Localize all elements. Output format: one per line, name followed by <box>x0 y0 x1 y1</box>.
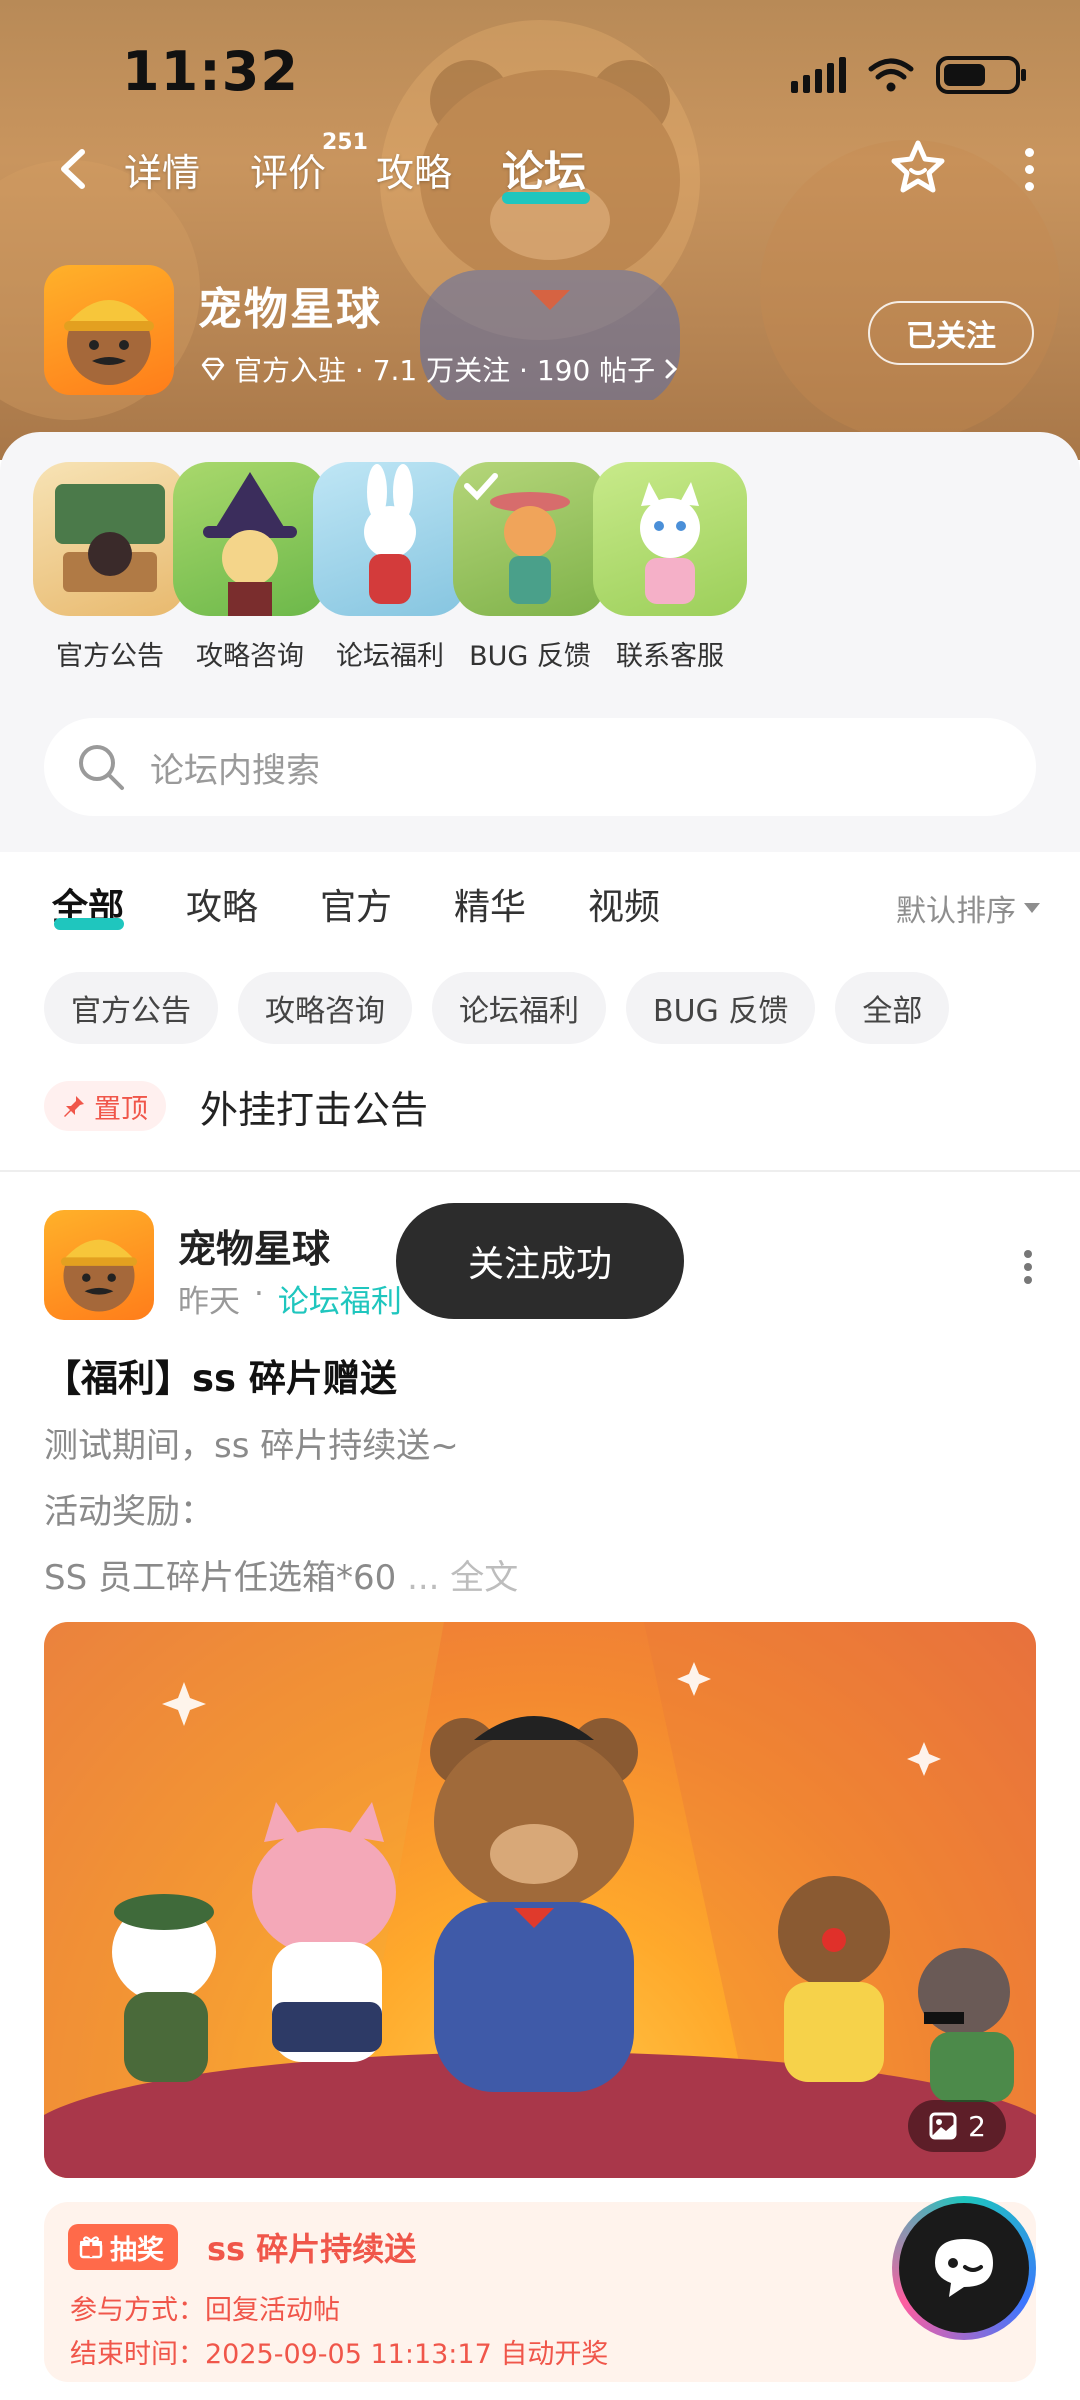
category-bug-report[interactable]: BUG 反馈 <box>450 462 610 673</box>
sort-label: 默认排序 <box>896 894 1016 929</box>
gallery-icon <box>929 2112 957 2140</box>
top-nav: 详情 评价 251 攻略 论坛 <box>0 130 1080 210</box>
chevron-right-icon <box>665 359 678 379</box>
category-customer-service[interactable]: 联系客服 <box>590 462 750 673</box>
followed-button[interactable]: 已关注 <box>868 301 1034 365</box>
search-input[interactable]: 论坛内搜索 <box>44 718 1036 816</box>
pin-icon <box>64 1096 84 1117</box>
game-title: 宠物星球 <box>198 284 382 335</box>
search-placeholder: 论坛内搜索 <box>150 750 320 791</box>
category-guide-qa[interactable]: 攻略咨询 <box>170 462 330 673</box>
forum-panel: 官方公告 攻略咨询 论坛福利 BUG 反馈 联系客服 论坛内搜索 <box>0 432 1080 852</box>
read-more-link[interactable]: ... 全文 <box>407 1558 518 1598</box>
more-options-icon[interactable] <box>1014 144 1044 194</box>
category-list: 官方公告 攻略咨询 论坛福利 BUG 反馈 联系客服 <box>0 462 1080 682</box>
meta-separator: · <box>254 1276 264 1312</box>
filter-tab-indicator <box>54 918 124 930</box>
chip-bug-report[interactable]: BUG 反馈 <box>626 972 816 1044</box>
tab-reviews[interactable]: 评价 <box>250 142 326 197</box>
pinned-post[interactable]: 置顶 外挂打击公告 <box>44 1076 1036 1136</box>
chip-forum-perks[interactable]: 论坛福利 <box>432 972 606 1044</box>
post-body-line: SS 员工碎片任选箱*60 ... 全文 <box>44 1558 519 1598</box>
category-announcements[interactable]: 官方公告 <box>30 462 190 673</box>
author-mascot-icon <box>60 1239 138 1312</box>
chat-floating-button[interactable] <box>892 2196 1036 2340</box>
witch-icon <box>173 462 327 616</box>
post-illustration <box>44 1622 1036 2178</box>
game-meta-text: 官方入驻 · 7.1 万关注 · 190 帖子 <box>234 354 656 387</box>
post-image[interactable]: 2 <box>44 1622 1036 2178</box>
announcement-board-icon <box>33 462 187 616</box>
sort-dropdown[interactable]: 默认排序 <box>896 886 1040 930</box>
bug-cat-icon <box>453 462 607 616</box>
active-tab-indicator <box>502 192 590 204</box>
chip-announcements[interactable]: 官方公告 <box>44 972 218 1044</box>
search-icon <box>79 745 124 790</box>
image-count-badge: 2 <box>908 2100 1006 2152</box>
caret-down-icon <box>1024 903 1040 913</box>
gift-icon <box>79 2236 103 2259</box>
post-meta: 昨天 · 论坛福利 <box>178 1276 402 1321</box>
game-stats[interactable]: 官方入驻 · 7.1 万关注 · 190 帖子 <box>200 349 679 389</box>
post-title[interactable]: 【福利】ss 碎片赠送 <box>44 1348 397 1402</box>
tab-guides[interactable]: 攻略 <box>376 142 452 197</box>
game-header: 11:32 详情 评价 251 攻略 论坛 宠物星球 官方入驻 · 7.1 万关… <box>0 0 1080 460</box>
post-author[interactable]: 宠物星球 <box>178 1218 330 1273</box>
filter-tab-featured[interactable]: 精华 <box>454 878 526 930</box>
post-time: 昨天 <box>178 1284 240 1320</box>
game-info: 宠物星球 官方入驻 · 7.1 万关注 · 190 帖子 已关注 <box>0 265 1080 405</box>
chat-bubble-icon <box>935 2239 993 2297</box>
rabbit-icon <box>313 462 467 616</box>
battery-icon <box>936 56 1026 94</box>
signal-icon <box>791 57 846 93</box>
section-chips: 官方公告 攻略咨询 论坛福利 BUG 反馈 全部 <box>44 972 950 1044</box>
toast-message: 关注成功 <box>396 1203 684 1319</box>
lottery-method: 参与方式：回复活动帖 <box>70 2295 340 2326</box>
divider <box>0 1170 1080 1172</box>
clock: 11:32 <box>122 40 299 103</box>
tab-details[interactable]: 详情 <box>124 142 200 197</box>
tab-forum[interactable]: 论坛 <box>502 138 586 199</box>
verified-diamond-icon <box>201 357 225 381</box>
wifi-icon <box>868 58 914 92</box>
post-body-line: 测试期间，ss 碎片持续送~ <box>44 1426 459 1466</box>
lottery-badge: 抽奖 <box>68 2224 178 2270</box>
chip-all[interactable]: 全部 <box>835 972 950 1044</box>
lottery-card[interactable]: 抽奖 ss 碎片持续送 参与方式：回复活动帖 结束时间：2025-09-05 1… <box>44 2202 1036 2382</box>
favorite-star-icon[interactable] <box>886 136 950 200</box>
pinned-badge: 置顶 <box>44 1081 166 1131</box>
filter-tab-guides[interactable]: 攻略 <box>186 878 258 930</box>
white-cat-icon <box>593 462 747 616</box>
reviews-count-badge: 251 <box>322 130 368 155</box>
pinned-title: 外挂打击公告 <box>200 1087 429 1132</box>
filter-tab-official[interactable]: 官方 <box>320 878 392 930</box>
post-body-line: 活动奖励： <box>44 1492 214 1532</box>
post-section-link[interactable]: 论坛福利 <box>278 1276 402 1321</box>
category-forum-perks[interactable]: 论坛福利 <box>310 462 470 673</box>
back-arrow-icon[interactable] <box>50 144 100 194</box>
lottery-end-time: 结束时间：2025-09-05 11:13:17 自动开奖 <box>70 2339 609 2370</box>
filter-tab-videos[interactable]: 视频 <box>588 878 660 930</box>
avatar[interactable] <box>44 1210 154 1320</box>
game-icon[interactable] <box>44 265 174 395</box>
status-bar: 11:32 <box>0 0 1080 150</box>
lottery-title: ss 碎片持续送 <box>207 2230 417 2268</box>
game-mascot-icon <box>64 300 154 385</box>
filter-tabs: 全部 攻略 官方 精华 视频 默认排序 <box>0 852 1080 962</box>
post-more-icon[interactable] <box>1020 1250 1036 1284</box>
chip-guide-qa[interactable]: 攻略咨询 <box>238 972 412 1044</box>
